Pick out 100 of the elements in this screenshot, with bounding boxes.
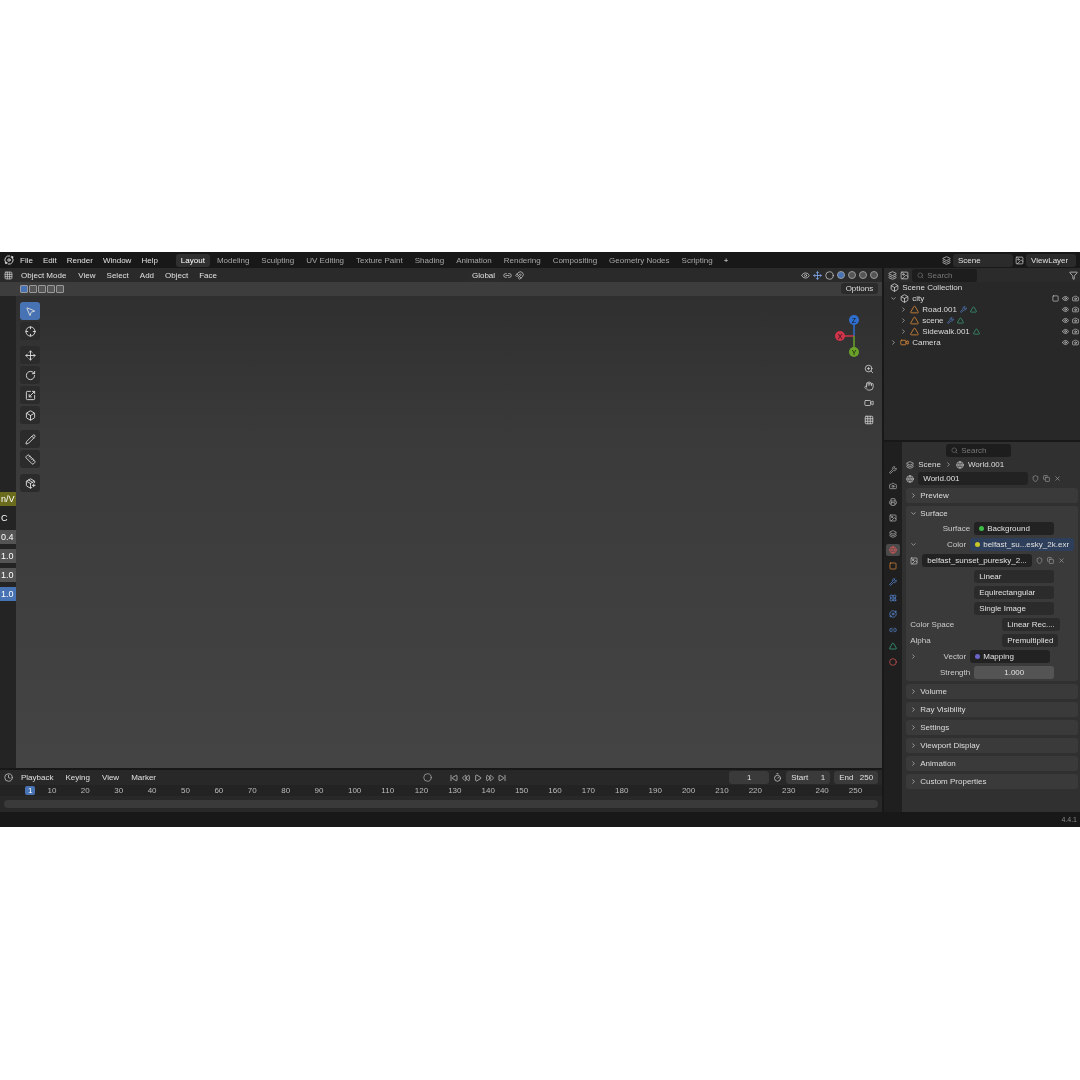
menu-item[interactable]: Marker [127, 773, 161, 782]
panel-header[interactable]: Viewport Display [910, 740, 1075, 751]
editor-type-icon [4, 773, 13, 782]
workspace-tab[interactable]: Texture Paint [351, 253, 408, 267]
playback-icon[interactable] [462, 773, 471, 782]
menu-item[interactable]: Help [137, 255, 162, 265]
panel-header[interactable]: Settings [910, 722, 1075, 733]
expand-icon[interactable] [900, 328, 908, 335]
expand-icon[interactable] [890, 339, 898, 346]
search-field[interactable]: Search [912, 268, 978, 282]
panel-header[interactable]: Volume [910, 686, 1075, 697]
outliner-item[interactable]: Sidewalk.001 [922, 327, 970, 336]
menu-item[interactable]: View [97, 773, 124, 782]
select-mode-button[interactable] [38, 285, 46, 293]
outliner-item[interactable]: Scene Collection [902, 283, 963, 292]
expand-icon[interactable] [900, 306, 908, 313]
tool-button[interactable] [20, 366, 40, 384]
workspace-tab[interactable]: Rendering [498, 253, 546, 267]
image-field[interactable]: belfast_sunset_puresky_2... [922, 554, 1032, 567]
menu-item[interactable]: View [74, 270, 100, 280]
shading-button[interactable] [859, 271, 868, 279]
outliner-item[interactable]: city [912, 294, 925, 303]
workspace-tab[interactable]: Animation [451, 253, 497, 267]
menu-item[interactable]: Playback [17, 773, 58, 782]
select-mode-button[interactable] [29, 285, 37, 293]
tool-button[interactable] [20, 322, 40, 340]
dropdown[interactable]: Single Image [974, 602, 1055, 615]
tool-button[interactable] [20, 346, 40, 364]
world-field[interactable]: World.001 [918, 472, 1029, 485]
frame-field[interactable]: 1 [729, 771, 770, 784]
playback-icon[interactable] [450, 773, 459, 782]
workspace-tab[interactable]: Scripting [676, 253, 718, 267]
tool-button[interactable] [20, 430, 40, 448]
field-label: End [839, 773, 854, 782]
tool-button[interactable] [20, 406, 40, 424]
camera-icon [1072, 306, 1080, 313]
panel-header[interactable]: Ray Visibility [910, 704, 1075, 715]
panel-header[interactable]: Animation [910, 758, 1075, 769]
select-mode-button[interactable] [56, 285, 64, 293]
dropdown[interactable]: Linear [974, 570, 1055, 583]
shading-button[interactable] [848, 271, 857, 279]
menu-item[interactable]: Edit [38, 255, 61, 265]
select-mode-button[interactable] [47, 285, 55, 293]
shader-field[interactable]: Background [974, 522, 1055, 535]
menu-item[interactable]: Object [161, 270, 193, 280]
view-icon [900, 270, 910, 280]
breadcrumb-item[interactable]: Scene [918, 460, 941, 469]
expand-icon [910, 706, 918, 713]
shading-button[interactable] [837, 271, 846, 279]
workspace-tab[interactable]: Compositing [547, 253, 603, 267]
scale-tool-icon [24, 389, 36, 401]
panel-header[interactable]: Custom Properties [910, 776, 1075, 787]
end-field[interactable]: End 250 [834, 771, 879, 784]
tool-button[interactable] [20, 450, 40, 468]
search-field[interactable]: Search [946, 444, 1012, 457]
view-layer-field[interactable]: ViewLayer [1026, 253, 1076, 267]
strength-field[interactable]: 1.000 [974, 666, 1055, 679]
expand-icon[interactable] [900, 317, 908, 324]
dropdown[interactable]: Linear Rec.... [1002, 618, 1060, 631]
options-button[interactable]: Options [840, 283, 879, 294]
eye-icon [1062, 328, 1070, 335]
panel-header[interactable]: Preview [910, 490, 1075, 501]
tool-button[interactable] [20, 302, 40, 320]
menu-item[interactable]: Render [62, 255, 97, 265]
menu-item[interactable]: Face [195, 270, 221, 280]
panel-header[interactable]: Surface [910, 508, 1075, 519]
workspace-tab[interactable]: Shading [409, 253, 450, 267]
outliner-item[interactable]: Road.001 [922, 305, 957, 314]
menu-item[interactable]: Select [102, 270, 133, 280]
workspace-tab[interactable]: Sculpting [256, 253, 300, 267]
constraints-tab-icon [889, 626, 898, 634]
collapse-icon[interactable] [890, 295, 898, 302]
playback-icon[interactable] [486, 773, 495, 782]
vector-field[interactable]: Mapping [970, 650, 1051, 663]
frame-number: 70 [247, 786, 258, 795]
workspace-tab[interactable]: Layout [175, 253, 210, 267]
menu-item[interactable]: File [16, 255, 37, 265]
tool-button[interactable] [20, 386, 40, 404]
properties-tab[interactable] [886, 544, 901, 556]
shading-button[interactable] [870, 271, 879, 279]
outliner-item[interactable]: scene [922, 316, 944, 325]
menu-item[interactable]: Add [135, 270, 159, 280]
playhead[interactable]: 1 [25, 786, 36, 795]
texture-field[interactable]: belfast_su...esky_2k.exr [970, 538, 1075, 551]
add-workspace-button[interactable]: + [719, 255, 733, 265]
hand-icon[interactable] [862, 379, 877, 393]
dropdown[interactable]: Premultiplied [1002, 634, 1059, 647]
playback-icon[interactable] [474, 773, 483, 782]
workspace-tab[interactable]: Modeling [211, 253, 255, 267]
outliner-item[interactable]: Camera [912, 338, 941, 347]
breadcrumb-item[interactable]: World.001 [967, 460, 1005, 469]
workspace-tab[interactable]: Geometry Nodes [604, 253, 675, 267]
workspace-tab[interactable]: UV Editing [301, 253, 350, 267]
dropdown[interactable]: Equirectangular [974, 586, 1055, 599]
tool-button[interactable] [20, 474, 40, 492]
start-field[interactable]: Start 1 [786, 771, 831, 784]
scene-field[interactable]: Scene [953, 253, 1013, 267]
playback-icon[interactable] [498, 773, 507, 782]
menu-item[interactable]: Window [98, 255, 136, 265]
menu-item[interactable]: Keying [61, 773, 94, 782]
